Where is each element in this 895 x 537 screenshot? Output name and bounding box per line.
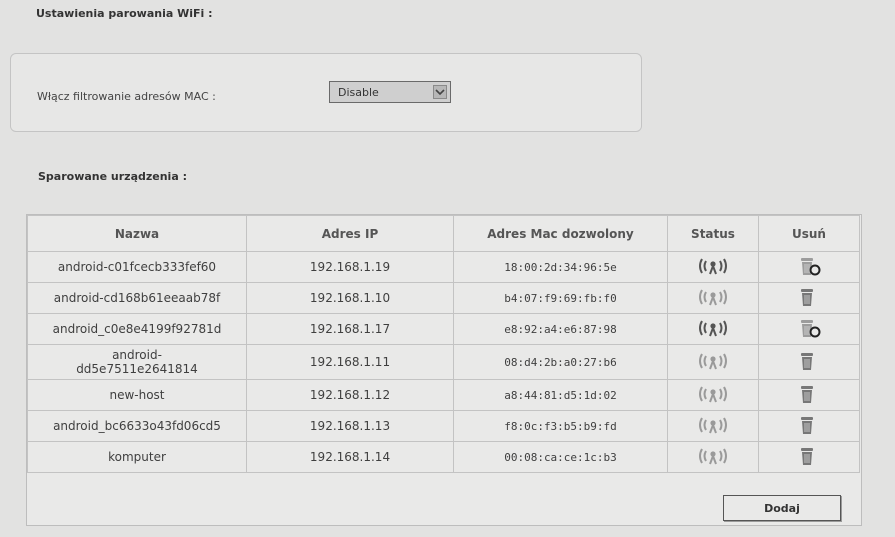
mac-filter-select[interactable]: Disable — [329, 81, 451, 103]
device-name: android-dd5e7511e2641814 — [27, 344, 247, 380]
device-mac: e8:92:a4:e6:87:98 — [453, 313, 668, 345]
table-row: android_bc6633o43fd06cd5 192.168.1.13 f8:0… — [27, 410, 860, 442]
device-name: android_c0e8e4199f92781d — [27, 313, 247, 345]
wireless-signal-icon[interactable] — [696, 415, 730, 438]
table-row: android-c01fcecb333fef60 192.168.1.19 18:0… — [27, 251, 860, 283]
device-mac: 00:08:ca:ce:1c:b3 — [453, 441, 668, 473]
trash-icon[interactable] — [796, 445, 822, 467]
mac-filter-panel: Włącz filtrowanie adresów MAC : Disable — [10, 53, 642, 132]
device-status-cell — [667, 344, 759, 380]
wireless-signal-icon[interactable] — [696, 351, 730, 374]
device-delete-cell — [758, 344, 860, 380]
device-status-cell — [667, 313, 759, 345]
wireless-signal-icon[interactable] — [696, 384, 730, 407]
chevron-down-icon — [433, 85, 447, 99]
wireless-signal-icon[interactable] — [696, 318, 730, 341]
device-delete-cell — [758, 410, 860, 442]
mac-filter-value: Disable — [338, 86, 379, 99]
device-delete-cell — [758, 441, 860, 473]
header-status: Status — [667, 215, 759, 252]
device-name: komputer — [27, 441, 247, 473]
device-name: android_bc6633o43fd06cd5 — [27, 410, 247, 442]
device-ip: 192.168.1.14 — [246, 441, 454, 473]
device-status-cell — [667, 251, 759, 283]
device-name: android-cd168b61eeaab78f — [27, 282, 247, 314]
device-name: new-host — [27, 379, 247, 411]
device-ip: 192.168.1.11 — [246, 344, 454, 380]
device-mac: 18:00:2d:34:96:5e — [453, 251, 668, 283]
header-delete: Usuń — [758, 215, 860, 252]
device-mac: f8:0c:f3:b5:b9:fd — [453, 410, 668, 442]
header-name: Nazwa — [27, 215, 247, 252]
wifi-pairing-title: Ustawienia parowania WiFi : — [36, 7, 213, 20]
device-ip: 192.168.1.13 — [246, 410, 454, 442]
device-mac: a8:44:81:d5:1d:02 — [453, 379, 668, 411]
device-status-cell — [667, 282, 759, 314]
device-status-cell — [667, 379, 759, 411]
devices-table: Nazwa Adres IP Adres Mac dozwolony Statu… — [27, 215, 860, 473]
trash-icon[interactable] — [796, 286, 822, 308]
device-delete-cell — [758, 313, 860, 345]
device-status-cell — [667, 441, 759, 473]
wireless-signal-icon[interactable] — [696, 446, 730, 469]
paired-devices-title: Sparowane urządzenia : — [38, 170, 187, 183]
add-button[interactable]: Dodaj — [723, 495, 841, 521]
device-status-cell — [667, 410, 759, 442]
trash-icon[interactable] — [796, 255, 822, 277]
device-ip: 192.168.1.19 — [246, 251, 454, 283]
trash-icon[interactable] — [796, 317, 822, 339]
table-row: android-cd168b61eeaab78f 192.168.1.10 b4:0… — [27, 282, 860, 314]
header-mac: Adres Mac dozwolony — [453, 215, 668, 252]
table-header-row: Nazwa Adres IP Adres Mac dozwolony Statu… — [27, 215, 860, 252]
table-row: komputer 192.168.1.14 00:08:ca:ce:1c:b3 — [27, 441, 860, 473]
device-ip: 192.168.1.10 — [246, 282, 454, 314]
device-delete-cell — [758, 282, 860, 314]
wireless-signal-icon[interactable] — [696, 256, 730, 279]
device-delete-cell — [758, 379, 860, 411]
wireless-signal-icon[interactable] — [696, 287, 730, 310]
device-ip: 192.168.1.17 — [246, 313, 454, 345]
trash-icon[interactable] — [796, 383, 822, 405]
device-name: android-c01fcecb333fef60 — [27, 251, 247, 283]
mac-filter-label: Włącz filtrowanie adresów MAC : — [37, 90, 216, 103]
device-delete-cell — [758, 251, 860, 283]
paired-devices-panel: Nazwa Adres IP Adres Mac dozwolony Statu… — [26, 214, 862, 526]
trash-icon[interactable] — [796, 414, 822, 436]
table-row: new-host 192.168.1.12 a8:44:81:d5:1d:02 — [27, 379, 860, 411]
device-ip: 192.168.1.12 — [246, 379, 454, 411]
table-row: android_c0e8e4199f92781d 192.168.1.17 e8:9… — [27, 313, 860, 345]
table-row: android-dd5e7511e2641814 192.168.1.11 08:d… — [27, 344, 860, 380]
trash-icon[interactable] — [796, 350, 822, 372]
header-ip: Adres IP — [246, 215, 454, 252]
device-mac: 08:d4:2b:a0:27:b6 — [453, 344, 668, 380]
device-mac: b4:07:f9:69:fb:f0 — [453, 282, 668, 314]
